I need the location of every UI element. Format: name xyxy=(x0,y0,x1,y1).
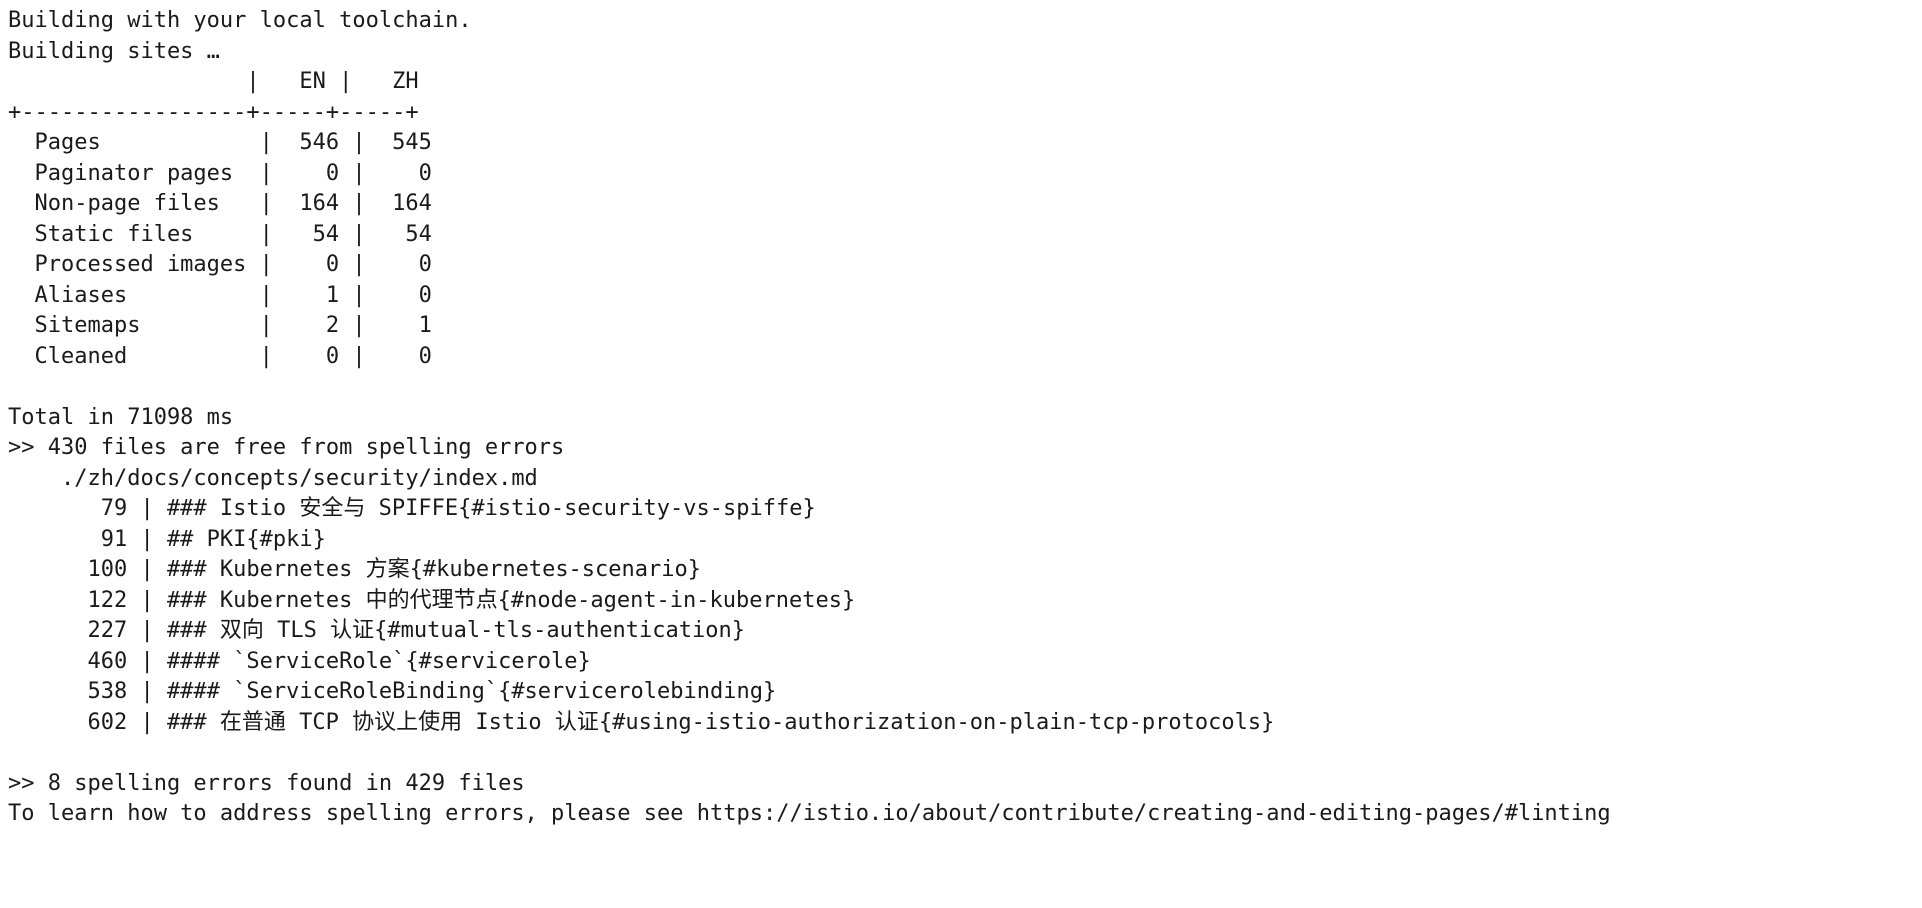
log-line-building-sites: Building sites … xyxy=(8,38,220,64)
log-line-total-time: Total in 71098 ms xyxy=(8,404,234,430)
spelling-error-line-100: 100 | ### Kubernetes 方案{#kubernetes-scen… xyxy=(8,557,702,582)
log-line-files-free-from-errors: >> 430 files are free from spelling erro… xyxy=(8,435,565,460)
log-line-file-path: ./zh/docs/concepts/security/index.md xyxy=(8,465,538,491)
spelling-error-line-538: 538 | #### `ServiceRoleBinding`{#service… xyxy=(8,679,777,704)
table-row-static-files: Static files | 54 | 54 xyxy=(8,221,432,247)
table-row-processed-images: Processed images | 0 | 0 xyxy=(8,252,432,277)
log-line-learn-more: To learn how to address spelling errors,… xyxy=(8,801,1611,826)
spelling-error-line-227: 227 | ### 双向 TLS 认证{#mutual-tls-authenti… xyxy=(8,618,746,643)
terminal-output[interactable]: Building with your local toolchain. Buil… xyxy=(0,0,1922,908)
table-row-aliases: Aliases | 1 | 0 xyxy=(8,282,432,308)
spelling-error-line-79: 79 | ### Istio 安全与 SPIFFE{#istio-securit… xyxy=(8,496,816,521)
log-line-building-toolchain: Building with your local toolchain. xyxy=(8,8,472,33)
table-row-cleaned: Cleaned | 0 | 0 xyxy=(8,343,432,369)
table-row-non-page-files: Non-page files | 164 | 164 xyxy=(8,191,432,216)
table-row-pages: Pages | 546 | 545 xyxy=(8,130,432,155)
spelling-error-line-602: 602 | ### 在普通 TCP 协议上使用 Istio 认证{#using-… xyxy=(8,709,1275,735)
spelling-error-line-122: 122 | ### Kubernetes 中的代理节点{#node-agent-… xyxy=(8,587,856,613)
table-row-sitemaps: Sitemaps | 2 | 1 xyxy=(8,313,432,338)
spelling-error-line-460: 460 | #### `ServiceRole`{#servicerole} xyxy=(8,648,591,674)
table-header-row: | EN | ZH xyxy=(8,69,419,94)
table-row-paginator-pages: Paginator pages | 0 | 0 xyxy=(8,160,432,186)
spelling-error-line-91: 91 | ## PKI{#pki} xyxy=(8,526,326,552)
log-line-errors-found-summary: >> 8 spelling errors found in 429 files xyxy=(8,770,525,796)
table-separator-rule: +-----------------+-----+-----+ xyxy=(8,99,419,125)
